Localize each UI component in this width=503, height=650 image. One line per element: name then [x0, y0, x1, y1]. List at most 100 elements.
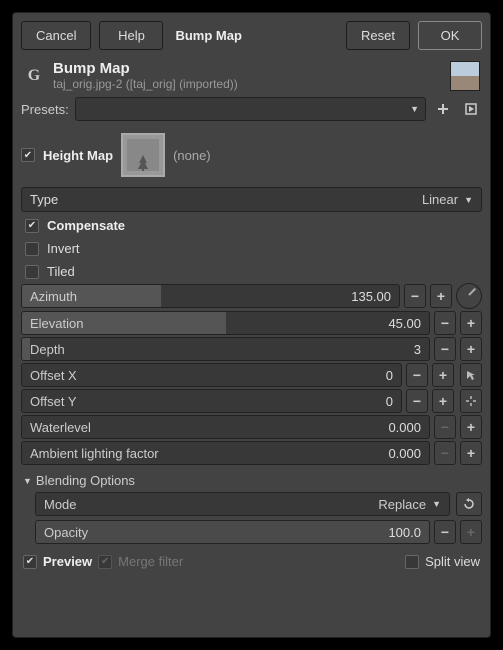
depth-label: Depth	[22, 342, 65, 357]
offsety-value: 0	[386, 394, 401, 409]
presets-dropdown[interactable]: ▼	[75, 97, 426, 121]
manage-presets-button[interactable]	[460, 98, 482, 120]
offsetx-value: 0	[386, 368, 401, 383]
dialog-toolbar: Cancel Help Bump Map Reset OK	[21, 21, 482, 50]
waterlevel-label: Waterlevel	[22, 420, 91, 435]
preview-checkbox[interactable]	[23, 555, 37, 569]
waterlevel-minus[interactable]: −	[434, 415, 456, 439]
help-button[interactable]: Help	[99, 21, 163, 50]
offsety-label: Offset Y	[22, 394, 77, 409]
ambient-label: Ambient lighting factor	[22, 446, 159, 461]
image-thumbnail	[450, 61, 480, 91]
mode-dropdown[interactable]: Mode Replace ▼	[35, 492, 450, 516]
tiled-checkbox[interactable]	[25, 265, 39, 279]
ok-button[interactable]: OK	[418, 21, 482, 50]
height-map-value: (none)	[173, 148, 211, 163]
mode-label: Mode	[44, 497, 77, 512]
elevation-field[interactable]: Elevation 45.00	[21, 311, 430, 335]
waterlevel-value: 0.000	[388, 420, 429, 435]
blending-options-body: Mode Replace ▼ Opacity 100.0 − +	[21, 492, 482, 546]
offset-side-tools	[460, 363, 482, 413]
crosshair-icon	[465, 395, 477, 407]
blending-options-toggle[interactable]: ▼ Blending Options	[21, 469, 482, 492]
opacity-value: 100.0	[388, 525, 429, 540]
elevation-label: Elevation	[22, 316, 83, 331]
invert-row: Invert	[21, 237, 482, 260]
add-preset-button[interactable]	[432, 98, 454, 120]
merge-filter-label: Merge filter	[118, 554, 183, 569]
azimuth-dial[interactable]	[456, 283, 482, 309]
pick-coord-button[interactable]	[460, 363, 482, 387]
offsetx-minus[interactable]: −	[406, 363, 428, 387]
type-dropdown[interactable]: Type Linear ▼	[21, 187, 482, 212]
opacity-minus[interactable]: −	[434, 520, 456, 544]
mode-row: Mode Replace ▼	[35, 492, 482, 516]
opacity-field[interactable]: Opacity 100.0	[35, 520, 430, 544]
filter-title: Bump Map	[53, 60, 442, 77]
azimuth-minus[interactable]: −	[404, 284, 426, 308]
header: G Bump Map taj_orig.jpg-2 ([taj_orig] (i…	[21, 60, 482, 91]
gegl-icon: G	[23, 65, 45, 87]
height-map-row: Height Map (none)	[21, 133, 482, 177]
depth-field[interactable]: Depth 3	[21, 337, 430, 361]
invert-label: Invert	[47, 241, 80, 256]
azimuth-row: Azimuth 135.00 − +	[21, 283, 482, 309]
tree-icon	[135, 153, 151, 171]
center-offset-button[interactable]	[460, 389, 482, 413]
offsety-plus[interactable]: +	[432, 389, 454, 413]
tiled-row: Tiled	[21, 260, 482, 283]
depth-row: Depth 3 − +	[21, 337, 482, 361]
presets-row: Presets: ▼	[21, 97, 482, 121]
ambient-value: 0.000	[388, 446, 429, 461]
ambient-plus[interactable]: +	[460, 441, 482, 465]
height-map-checkbox[interactable]	[21, 148, 35, 162]
offsetx-plus[interactable]: +	[432, 363, 454, 387]
split-view-checkbox[interactable]	[405, 555, 419, 569]
offset-group: Offset X 0 − + Offset Y 0 − +	[21, 363, 482, 413]
invert-checkbox[interactable]	[25, 242, 39, 256]
reset-button[interactable]: Reset	[346, 21, 410, 50]
depth-minus[interactable]: −	[434, 337, 456, 361]
chevron-down-icon: ▼	[464, 195, 473, 205]
elevation-value: 45.00	[388, 316, 429, 331]
blending-options-label: Blending Options	[36, 473, 135, 488]
cancel-button[interactable]: Cancel	[21, 21, 91, 50]
mode-reset-button[interactable]	[456, 492, 482, 516]
footer: Preview ✔ Merge filter Split view	[21, 552, 482, 571]
ambient-field[interactable]: Ambient lighting factor 0.000	[21, 441, 430, 465]
opacity-label: Opacity	[36, 525, 88, 540]
merge-filter-checkbox[interactable]: ✔	[98, 555, 112, 569]
height-map-picker[interactable]	[121, 133, 165, 177]
offsety-field[interactable]: Offset Y 0	[21, 389, 402, 413]
chevron-down-icon: ▼	[432, 499, 441, 509]
cursor-icon	[465, 369, 477, 381]
waterlevel-row: Waterlevel 0.000 − +	[21, 415, 482, 439]
waterlevel-field[interactable]: Waterlevel 0.000	[21, 415, 430, 439]
elevation-minus[interactable]: −	[434, 311, 456, 335]
opacity-row: Opacity 100.0 − +	[35, 520, 482, 544]
compensate-row: Compensate	[21, 214, 482, 237]
offsety-minus[interactable]: −	[406, 389, 428, 413]
image-filename: taj_orig.jpg-2 ([taj_orig] (imported))	[53, 77, 442, 91]
compensate-label: Compensate	[47, 218, 125, 233]
azimuth-field[interactable]: Azimuth 135.00	[21, 284, 400, 308]
depth-plus[interactable]: +	[460, 337, 482, 361]
depth-value: 3	[414, 342, 429, 357]
rotate-icon	[462, 497, 476, 511]
ambient-minus[interactable]: −	[434, 441, 456, 465]
waterlevel-plus[interactable]: +	[460, 415, 482, 439]
compensate-checkbox[interactable]	[25, 219, 39, 233]
elevation-plus[interactable]: +	[460, 311, 482, 335]
tiled-label: Tiled	[47, 264, 75, 279]
mode-value: Replace	[378, 497, 426, 512]
opacity-plus[interactable]: +	[460, 520, 482, 544]
triangle-down-icon: ▼	[23, 476, 32, 486]
offsetx-field[interactable]: Offset X 0	[21, 363, 402, 387]
azimuth-plus[interactable]: +	[430, 284, 452, 308]
offsetx-label: Offset X	[22, 368, 77, 383]
dialog-title: Bump Map	[171, 28, 245, 43]
type-label: Type	[30, 192, 58, 207]
presets-label: Presets:	[21, 102, 69, 117]
ambient-row: Ambient lighting factor 0.000 − +	[21, 441, 482, 465]
bump-map-dialog: Cancel Help Bump Map Reset OK G Bump Map…	[12, 12, 491, 638]
